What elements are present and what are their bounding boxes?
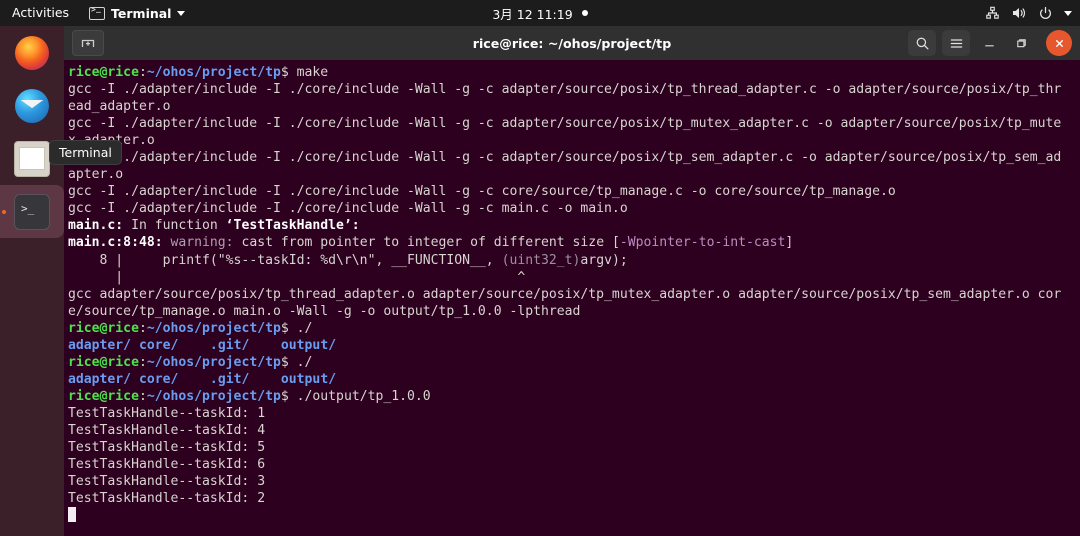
network-icon [985,6,1000,20]
prompt-path: ~/ohos/project/tp [146,65,281,80]
prompt-dollar: $ [280,65,297,80]
prompt-user: rice@rice [68,320,139,336]
chevron-down-icon [177,10,186,16]
terminal-output-line: TestTaskHandle--taskId: 5 [68,440,266,456]
terminal-output-line: TestTaskHandle--taskId: 6 [68,457,266,473]
prompt-separator: : [138,354,147,370]
terminal-output-line: e/source/tp_manage.o main.o -Wall -g -o … [68,303,581,319]
terminal-output-line: gcc -I ./adapter/include -I ./core/inclu… [68,201,628,217]
completion-item: adapter/ [68,337,132,353]
terminal-output-line: ead_adapter.o [68,99,171,115]
prompt-path: ~/ohos/project/tp [146,354,281,370]
terminal-completion-line: adapter/ core/ .git/ output/ [68,371,1080,388]
maximize-button[interactable] [1008,30,1034,56]
completion-item: core/ [138,337,179,353]
terminal-output-line: gcc -I ./adapter/include -I ./core/inclu… [68,82,1062,98]
prompt-path: ~/ohos/project/tp [146,388,281,404]
terminal-completion-line: adapter/ core/ .git/ output/ [68,337,1080,354]
prompt-separator: : [138,388,147,404]
gnome-top-bar: Activities Terminal 3月 12 11:19 [0,0,1080,26]
terminal-output-line: TestTaskHandle--taskId: 4 [68,422,266,438]
prompt-user: rice@rice [68,354,139,370]
completion-item: output/ [257,371,337,387]
code-text: printf("%s--taskId: %d\r\n", __FUNCTION_… [123,252,502,268]
minimize-button[interactable] [976,30,1002,56]
prompt-separator: : [138,320,147,336]
prompt-dollar: $ [280,388,297,404]
code-line-number: 8 | [68,252,124,268]
notification-dot-icon [581,10,588,16]
search-button[interactable] [908,30,936,56]
warning-message: cast from pointer to integer of differen… [241,235,612,251]
dock-item-thunderbird[interactable] [0,79,64,132]
terminal-output-line: TestTaskHandle--taskId: 2 [68,491,266,507]
prompt-user: rice@rice [68,388,139,404]
window-titlebar[interactable]: rice@rice: ~/ohos/project/tp [64,26,1080,61]
terminal-output-line: apter.o [68,167,124,183]
terminal-diagnostic-line: main.c: In function ‘TestTaskHandle’: [68,218,360,234]
terminal-icon [14,193,50,230]
terminal-prompt-line: rice@rice:~/ohos/project/tp$ ./ [68,354,1080,371]
hamburger-menu-button[interactable] [942,30,970,56]
terminal-caret-line: | ^ [68,269,526,285]
terminal-output-line: x_adapter.o [68,132,1080,149]
terminal-command: ./ [296,354,313,370]
terminal-prompt-line: rice@rice:~/ohos/project/tp$ make [68,64,1080,81]
clock-label: 3月 12 11:19 [492,6,573,22]
prompt-dollar: $ [280,354,297,370]
terminal-output-line: gcc adapter/source/posix/tp_thread_adapt… [68,286,1062,302]
firefox-icon [15,35,49,70]
thunderbird-icon [15,88,49,123]
window-buttons [908,26,1072,60]
dock-tooltip: Terminal [49,140,122,165]
clock-button[interactable]: 3月 12 11:19 [410,4,670,23]
chevron-down-icon [1064,10,1072,16]
terminal-prompt-line: rice@rice:~/ohos/project/tp$ ./ [68,320,1080,337]
diagnostic-function: ‘TestTaskHandle’: [225,218,360,234]
ubuntu-dock [0,26,64,536]
text-cursor [68,507,76,523]
terminal-output[interactable]: rice@rice:~/ohos/project/tp$ make gcc -I … [64,60,1080,536]
warning-flag: -Wpointer-to-int-cast [619,235,786,251]
dock-item-terminal[interactable] [0,185,64,238]
completion-item: .git/ [186,371,250,387]
terminal-output-line: TestTaskHandle--taskId: 3 [68,474,266,490]
terminal-code-line: 8 | printf("%s--taskId: %d\r\n", __FUNCT… [68,252,628,268]
terminal-command: make [296,65,329,80]
system-menu[interactable] [985,0,1072,26]
app-menu-terminal[interactable]: Terminal [83,4,191,21]
volume-icon [1011,6,1027,20]
completion-item: .git/ [186,337,250,353]
app-menu-label: Terminal [111,5,172,21]
terminal-command: ./output/tp_1.0.0 [296,388,431,404]
terminal-cursor-line [68,507,1080,524]
close-button[interactable] [1046,30,1072,56]
activities-button[interactable]: Activities [0,0,83,26]
terminal-command: ./ [296,320,313,336]
prompt-user: rice@rice [68,65,139,80]
diagnostic-file: main.c: [68,218,124,234]
terminal-output-line: gcc -I ./adapter/include -I ./core/inclu… [68,150,1062,166]
caret-marker: ^ [123,269,526,285]
prompt-separator: : [138,65,147,80]
terminal-output-line: gcc -I ./adapter/include -I ./core/inclu… [68,116,1062,132]
terminal-icon [89,4,106,20]
terminal-window: rice@rice: ~/ohos/project/tp rice@rice:~… [64,26,1080,536]
terminal-warning-line: main.c:8:48: warning: cast from pointer … [68,235,794,251]
files-icon [14,140,50,177]
terminal-output-line: gcc -I ./adapter/include -I ./core/inclu… [68,184,896,200]
power-icon [1038,6,1053,21]
warning-location: main.c:8:48: [68,235,163,251]
terminal-prompt-line: rice@rice:~/ohos/project/tp$ ./output/tp… [68,388,1080,405]
prompt-dollar: $ [280,320,297,336]
terminal-output-line: TestTaskHandle--taskId: 1 [68,405,266,421]
code-cast: (uint32_t) [501,252,581,268]
completion-item: output/ [257,337,337,353]
dock-item-firefox[interactable] [0,26,64,79]
prompt-path: ~/ohos/project/tp [146,320,281,336]
completion-item: adapter/ [68,371,132,387]
new-tab-button[interactable] [72,30,104,56]
completion-item: core/ [138,371,179,387]
warning-keyword: warning: [162,235,242,251]
